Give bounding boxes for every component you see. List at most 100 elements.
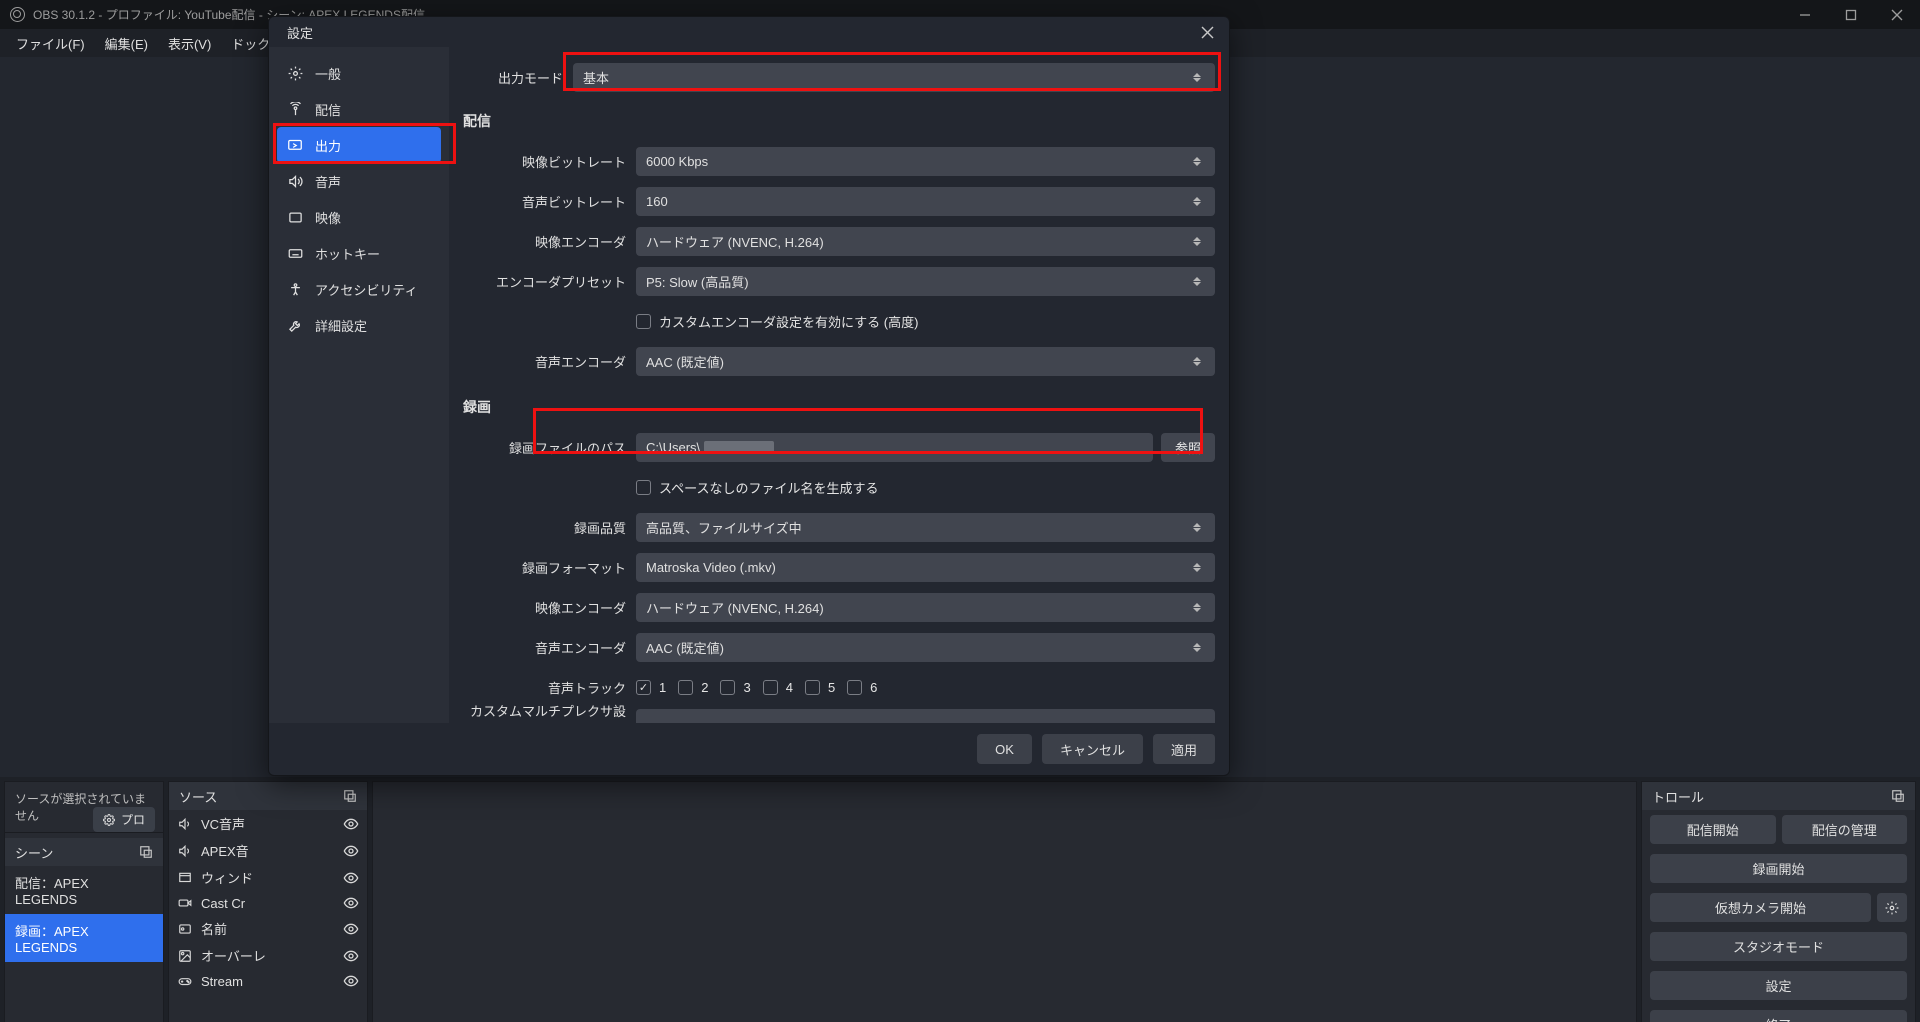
nav-gear[interactable]: 一般 xyxy=(277,55,441,91)
controls-dock: トロール 配信開始 配信の管理 録画開始 仮想カメラ開始 スタジオモード 設定 … xyxy=(1641,781,1916,1022)
rec-audio-encoder-label: 音声エンコーダ xyxy=(463,638,636,657)
audio-encoder-label: 音声エンコーダ xyxy=(463,352,636,371)
virtual-cam-settings-button[interactable] xyxy=(1877,893,1907,922)
audio-bitrate-select[interactable]: 160 xyxy=(636,187,1215,216)
nav-label: 詳細設定 xyxy=(315,316,367,335)
video-bitrate-input[interactable]: 6000 Kbps xyxy=(636,147,1215,176)
rec-path-input[interactable]: C:\Users\ xyxy=(636,433,1153,462)
audio-track-3-checkbox[interactable]: 3 xyxy=(720,680,750,695)
rec-video-encoder-select[interactable]: ハードウェア (NVENC, H.264) xyxy=(636,593,1215,622)
audio-icon xyxy=(177,816,193,832)
audio-track-5-checkbox[interactable]: 5 xyxy=(805,680,835,695)
eye-icon[interactable] xyxy=(343,870,359,886)
nav-label: 配信 xyxy=(315,100,341,119)
dialog-titlebar: 設定 xyxy=(269,17,1229,47)
ok-button[interactable]: OK xyxy=(977,734,1032,764)
studio-mode-button[interactable]: スタジオモード xyxy=(1650,932,1907,961)
exit-button[interactable]: 終了 xyxy=(1650,1010,1907,1022)
audio-encoder-select[interactable]: AAC (既定値) xyxy=(636,347,1215,376)
menu-view[interactable]: 表示(V) xyxy=(158,34,221,53)
eye-icon[interactable] xyxy=(343,921,359,937)
scene-item[interactable]: 配信：APEX LEGENDS xyxy=(5,866,163,914)
custom-encoder-label: カスタムエンコーダ設定を有効にする (高度) xyxy=(659,312,918,331)
rec-audio-encoder-select[interactable]: AAC (既定値) xyxy=(636,633,1215,662)
mux-label: カスタムマルチプレクサ設定 xyxy=(463,701,636,723)
obs-logo-icon xyxy=(10,7,25,22)
eye-icon[interactable] xyxy=(343,948,359,964)
source-row[interactable]: 名前 xyxy=(169,915,367,942)
nav-label: 出力 xyxy=(315,136,341,155)
source-row[interactable]: APEX音 xyxy=(169,837,367,864)
settings-button[interactable]: 設定 xyxy=(1650,971,1907,1000)
video-encoder-label: 映像エンコーダ xyxy=(463,232,636,251)
minimize-button[interactable] xyxy=(1782,0,1828,29)
nav-output[interactable]: 出力 xyxy=(277,127,441,163)
scene-item[interactable]: 録画：APEX LEGENDS xyxy=(5,914,163,962)
rec-video-encoder-label: 映像エンコーダ xyxy=(463,598,636,617)
manage-stream-button[interactable]: 配信の管理 xyxy=(1782,815,1908,844)
virtual-cam-button[interactable]: 仮想カメラ開始 xyxy=(1650,893,1871,922)
nav-access[interactable]: アクセシビリティ xyxy=(277,271,441,307)
nav-wrench[interactable]: 詳細設定 xyxy=(277,307,441,343)
source-row[interactable]: ウィンド xyxy=(169,864,367,891)
nav-video[interactable]: 映像 xyxy=(277,199,441,235)
tag-icon xyxy=(177,921,193,937)
menu-file[interactable]: ファイル(F) xyxy=(6,34,95,53)
output-mode-select[interactable]: 基本 xyxy=(573,63,1215,92)
audio-bitrate-label: 音声ビットレート xyxy=(463,192,636,211)
eye-icon[interactable] xyxy=(343,895,359,911)
encoder-preset-select[interactable]: P5: Slow (高品質) xyxy=(636,267,1215,296)
popout-icon[interactable] xyxy=(139,845,153,859)
popout-icon[interactable] xyxy=(1891,789,1905,803)
output-panel: 出力モード 基本 配信 映像ビットレート 6000 Kbps 音声ビットレート … xyxy=(449,47,1229,723)
source-row[interactable]: VC音声 xyxy=(169,810,367,837)
nospace-filename-checkbox[interactable]: スペースなしのファイル名を生成する xyxy=(636,478,878,497)
stream-section-title: 配信 xyxy=(463,111,1215,131)
start-record-button[interactable]: 録画開始 xyxy=(1650,854,1907,883)
dialog-close-button[interactable] xyxy=(1195,20,1219,44)
dialog-title: 設定 xyxy=(287,23,313,42)
maximize-button[interactable] xyxy=(1828,0,1874,29)
rec-format-select[interactable]: Matroska Video (.mkv) xyxy=(636,553,1215,582)
menu-edit[interactable]: 編集(E) xyxy=(95,34,158,53)
rec-quality-select[interactable]: 高品質、ファイルサイズ中 xyxy=(636,513,1215,542)
audio-track-4-checkbox[interactable]: 4 xyxy=(763,680,793,695)
source-row[interactable]: Cast Cr xyxy=(169,891,367,915)
eye-icon[interactable] xyxy=(343,843,359,859)
nav-label: 一般 xyxy=(315,64,341,83)
image-icon xyxy=(177,948,193,964)
apply-button[interactable]: 適用 xyxy=(1153,734,1215,764)
audio-track-1-checkbox[interactable]: 1 xyxy=(636,680,666,695)
source-row[interactable]: オーバーレ xyxy=(169,942,367,969)
eye-icon[interactable] xyxy=(343,973,359,989)
window-close-button[interactable] xyxy=(1874,0,1920,29)
mux-input[interactable] xyxy=(636,709,1215,723)
popout-icon[interactable] xyxy=(343,789,357,803)
cancel-button[interactable]: キャンセル xyxy=(1042,734,1143,764)
eye-icon[interactable] xyxy=(343,816,359,832)
nospace-filename-label: スペースなしのファイル名を生成する xyxy=(659,478,878,497)
settings-dialog: 設定 一般配信出力音声映像ホットキーアクセシビリティ詳細設定 出力モード 基本 … xyxy=(268,16,1230,776)
nav-antenna[interactable]: 配信 xyxy=(277,91,441,127)
nav-audio[interactable]: 音声 xyxy=(277,163,441,199)
browse-button[interactable]: 参照 xyxy=(1161,433,1215,462)
scenes-header: シーン xyxy=(5,838,163,866)
source-label: VC音声 xyxy=(201,814,245,833)
video-bitrate-label: 映像ビットレート xyxy=(463,152,636,171)
antenna-icon xyxy=(287,101,303,117)
encoder-preset-label: エンコーダプリセット xyxy=(463,272,636,291)
source-row[interactable]: Stream xyxy=(169,969,367,993)
audio-track-2-checkbox[interactable]: 2 xyxy=(678,680,708,695)
video-encoder-select[interactable]: ハードウェア (NVENC, H.264) xyxy=(636,227,1215,256)
profile-btn[interactable]: プロ xyxy=(93,807,155,832)
video-icon xyxy=(287,209,303,225)
source-label: 名前 xyxy=(201,919,227,938)
audio-track-6-checkbox[interactable]: 6 xyxy=(847,680,877,695)
audio-tracks: 123456 xyxy=(636,680,877,695)
start-stream-button[interactable]: 配信開始 xyxy=(1650,815,1776,844)
nav-hotkey[interactable]: ホットキー xyxy=(277,235,441,271)
rec-path-label: 録画ファイルのパス xyxy=(463,438,636,457)
source-label: APEX音 xyxy=(201,841,249,860)
source-label: Cast Cr xyxy=(201,896,245,911)
custom-encoder-checkbox[interactable]: カスタムエンコーダ設定を有効にする (高度) xyxy=(636,312,918,331)
